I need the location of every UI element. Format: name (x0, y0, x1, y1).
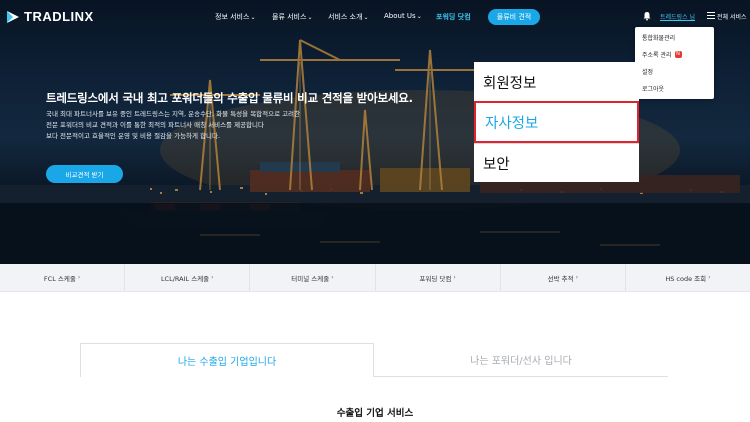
hero-description-line: 전문 포워더의 비교 견적과 이를 통한 최적의 파트너사 매칭 서비스를 제공… (46, 121, 265, 129)
chevron-down-icon: ⌄ (416, 13, 422, 20)
brand-logo[interactable]: TRADLINX (6, 9, 94, 24)
menu-label: About Us (384, 12, 416, 20)
quick-link-label: 포워딩 닷컴 (419, 274, 452, 283)
chevron-right-icon: › (77, 274, 81, 281)
settings-submenu: 회원정보 자사정보 보안 (474, 62, 639, 182)
menu-about-us[interactable]: About Us⌄ (384, 12, 422, 20)
quick-link-label: 터미널 스케줄 (291, 274, 330, 283)
tab-forwarder-carrier[interactable]: 나는 포워더/선사 입니다 (374, 343, 668, 377)
submenu-security[interactable]: 보안 (474, 144, 639, 182)
compare-quote-button[interactable]: 비교견적 받기 (46, 165, 123, 183)
menu-label: 정보 서비스 (215, 13, 250, 21)
quick-link-label: HS code 조회 (665, 274, 707, 283)
dropdown-item-logout[interactable]: 로그아웃 (642, 84, 664, 93)
bell-icon[interactable] (642, 11, 652, 21)
quick-link-fcl-schedule[interactable]: FCL 스케줄 › (0, 264, 126, 291)
submenu-company-info[interactable]: 자사정보 (474, 101, 639, 143)
section-title: 수출입 기업 서비스 (336, 408, 414, 419)
logistics-quote-button[interactable]: 물류비 견적 (488, 9, 540, 25)
menu-label: 서비스 소개 (328, 13, 363, 21)
dropdown-item-label: 통합화물관리 (642, 35, 676, 42)
menu-forwarding-com[interactable]: 포워딩 닷컴 (436, 12, 471, 22)
chevron-down-icon: ⌄ (250, 14, 256, 21)
quick-link-forwarding-com[interactable]: 포워딩 닷컴 › (376, 264, 501, 291)
chevron-down-icon: ⌄ (363, 14, 369, 21)
quick-link-label: FCL 스케줄 (43, 274, 76, 283)
menu-label: 물류 서비스 (272, 13, 307, 21)
logo-text: TRADLINX (24, 9, 94, 24)
quick-links-bar: FCL 스케줄 › LCL/RAIL 스케줄 › 터미널 스케줄 › 포워딩 닷컴 › … (0, 264, 750, 292)
dropdown-item-label: 주소록 관리 (642, 52, 672, 59)
hero-description-line: 국내 최대 파트너사를 보유 중인 트레드링스는 지역, 운송수단, 화물 특성… (46, 110, 301, 118)
chevron-right-icon: › (211, 274, 214, 281)
quick-link-label: LCL/RAIL 스케줄 (160, 274, 210, 283)
dropdown-item-cargo-management[interactable]: 통합화물관리 (642, 33, 675, 42)
all-services-link[interactable]: 전체 서비스 (717, 12, 747, 21)
menu-info-services[interactable]: 정보 서비스⌄ (215, 12, 255, 22)
dropdown-item-label: 설정 (642, 69, 654, 76)
hero-description-line: 보다 전문적이고 효율적인 운영 및 비용 절감을 가능하게 합니다. (46, 132, 221, 140)
hero-title: 트레드링스에서 국내 최고 포워더들의 수출입 물류비 비교 견적을 받아보세요… (46, 91, 413, 105)
hamburger-icon[interactable] (707, 12, 715, 19)
dropdown-item-label: 로그아웃 (642, 86, 665, 93)
dropdown-item-address-book[interactable]: 주소록 관리 N (642, 50, 682, 59)
menu-service-intro[interactable]: 서비스 소개⌄ (328, 12, 368, 22)
logo-mark-icon (7, 10, 19, 23)
new-badge: N (674, 51, 682, 58)
chevron-right-icon: › (453, 274, 456, 281)
menu-logistics-services[interactable]: 물류 서비스⌄ (272, 12, 312, 22)
chevron-right-icon: › (708, 274, 711, 281)
submenu-member-info[interactable]: 회원정보 (474, 62, 639, 102)
chevron-right-icon: › (331, 274, 334, 281)
quick-link-label: 선박 추적 (547, 274, 574, 283)
dropdown-item-settings[interactable]: 설정 (642, 67, 653, 76)
user-dropdown-menu: 통합화물관리 주소록 관리 N 설정 로그아웃 (635, 27, 714, 99)
quick-link-vessel-tracking[interactable]: 선박 추적 › (501, 264, 626, 291)
quick-link-lcl-rail-schedule[interactable]: LCL/RAIL 스케줄 › (125, 264, 251, 291)
quick-link-terminal-schedule[interactable]: 터미널 스케줄 › (250, 264, 376, 291)
quick-link-hs-code[interactable]: HS code 조회 › (626, 264, 750, 291)
tab-importer-exporter[interactable]: 나는 수출입 기업입니다 (80, 343, 374, 377)
user-name-menu[interactable]: 트레드링스 님 (660, 12, 695, 21)
chevron-down-icon: ⌄ (307, 14, 313, 21)
chevron-right-icon: › (575, 274, 578, 281)
hero-description: 국내 최대 파트너사를 보유 중인 트레드링스는 지역, 운송수단, 화물 특성… (46, 109, 300, 142)
